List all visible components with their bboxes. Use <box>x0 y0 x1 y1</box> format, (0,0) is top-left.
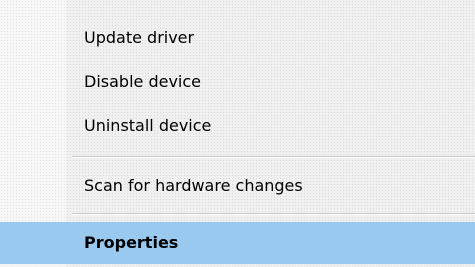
menu-item-scan-for-hardware-changes[interactable]: Scan for hardware changes <box>0 166 475 206</box>
menu-item-uninstall-device[interactable]: Uninstall device <box>0 106 475 146</box>
menu-item-update-driver[interactable]: Update driver <box>0 18 475 58</box>
menu-item-properties[interactable]: Properties <box>0 222 475 264</box>
context-menu: Update driver Disable device Uninstall d… <box>0 0 475 267</box>
menu-separator <box>72 213 475 215</box>
menu-separator <box>72 156 475 158</box>
menu-item-disable-device[interactable]: Disable device <box>0 62 475 102</box>
